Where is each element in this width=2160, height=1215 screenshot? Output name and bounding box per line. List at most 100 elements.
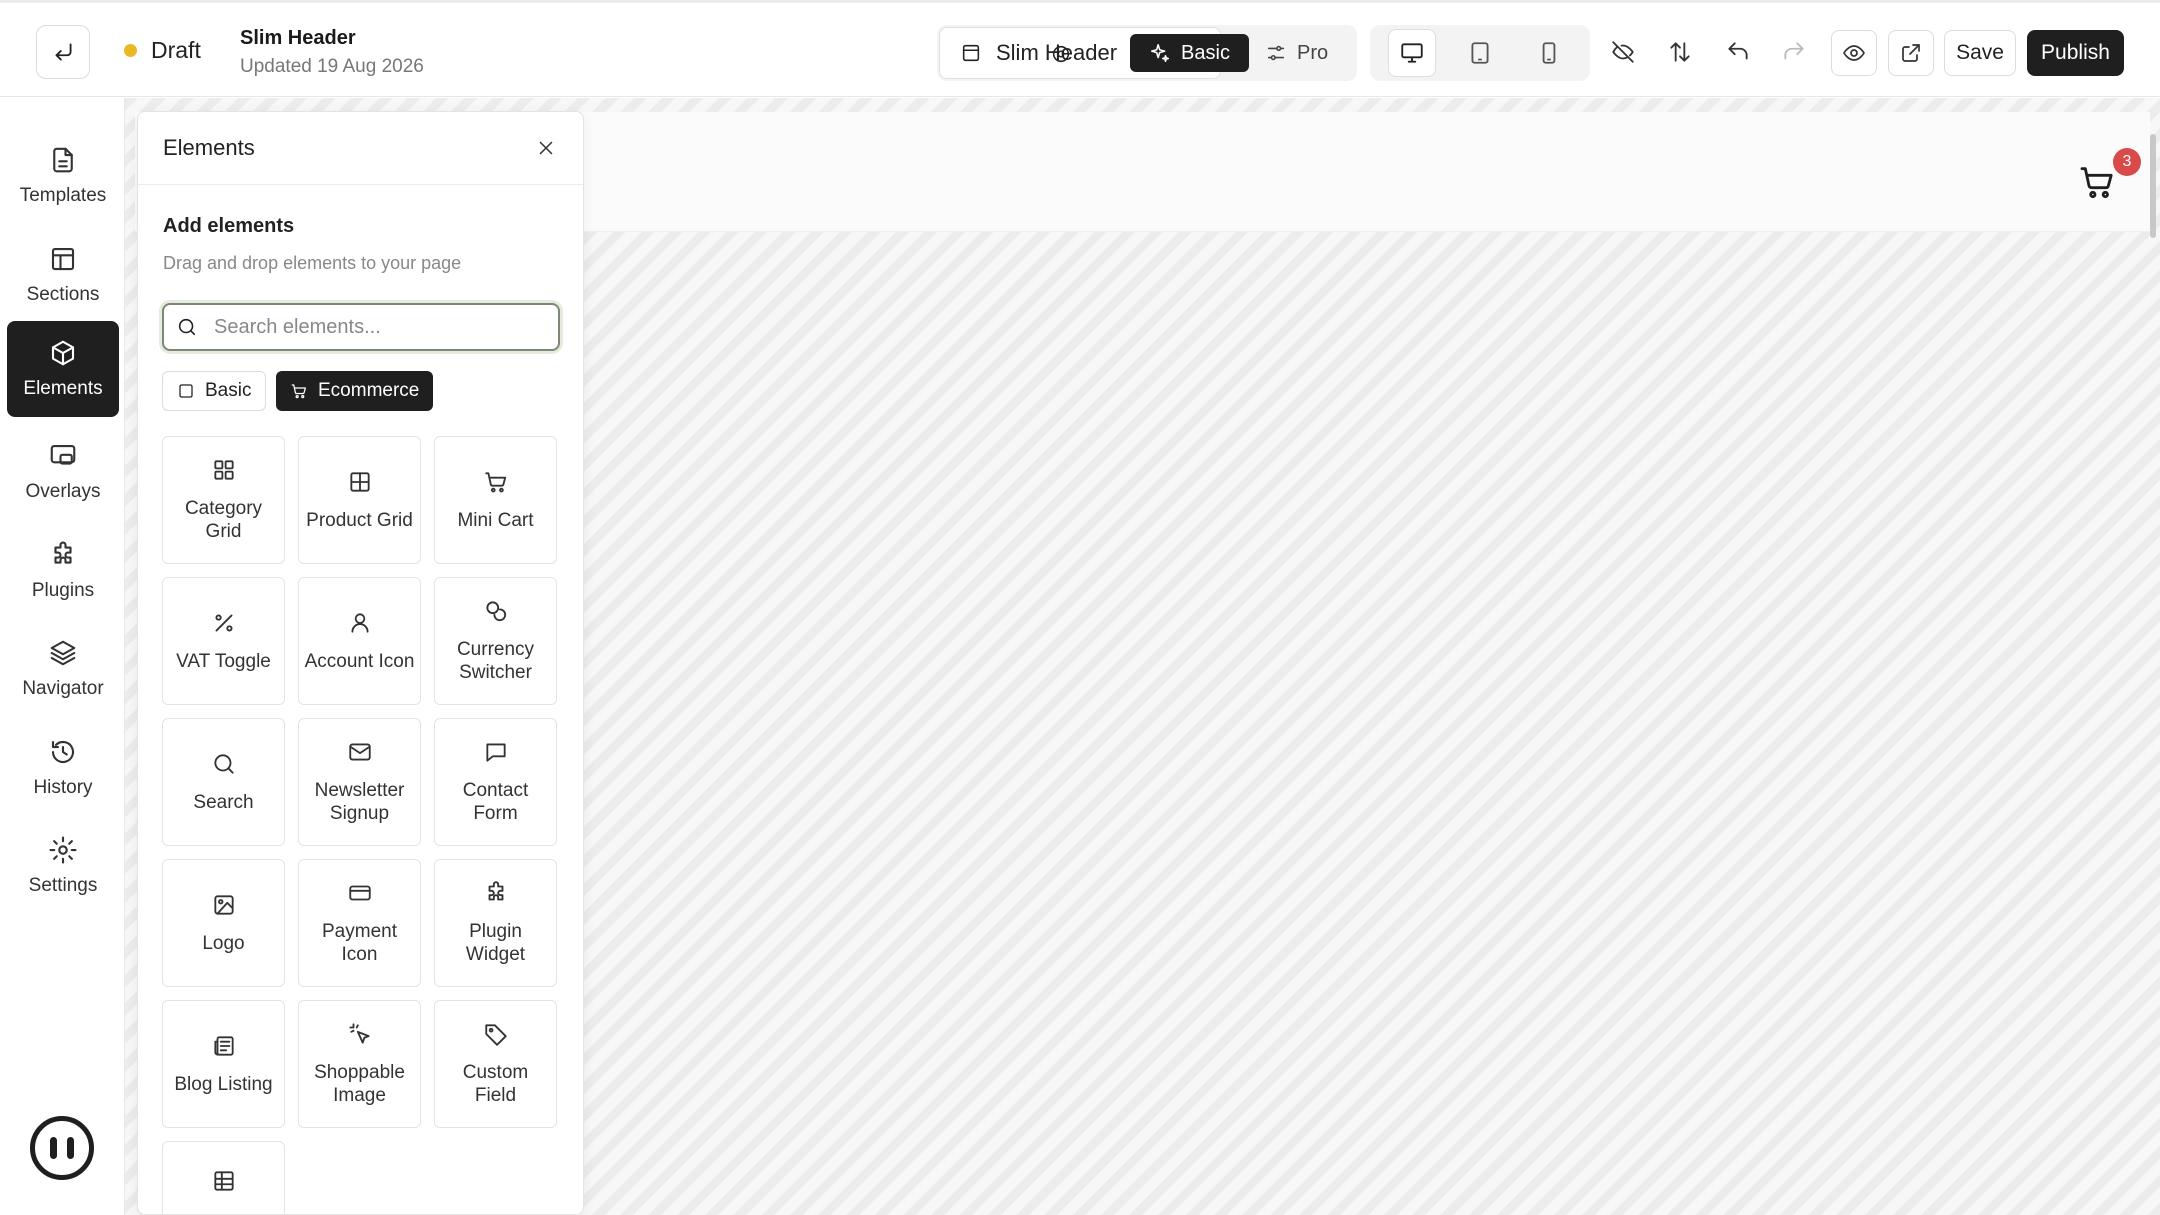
- preview-button[interactable]: [1831, 30, 1877, 76]
- mobile-view-button[interactable]: [1525, 29, 1573, 77]
- rail-item-label: Elements: [23, 378, 103, 399]
- publish-button[interactable]: Publish: [2027, 30, 2124, 76]
- element-shoppable-image[interactable]: Shoppable Image: [298, 1000, 421, 1128]
- element-label: Search: [193, 791, 254, 813]
- filter-basic-label: Basic: [205, 380, 252, 401]
- undo-icon: [1728, 42, 1748, 60]
- tablet-view-button[interactable]: [1456, 29, 1504, 77]
- element-blog-listing[interactable]: Blog Listing: [162, 1000, 285, 1128]
- filter-basic[interactable]: Basic: [162, 371, 267, 411]
- element-label: Account Icon: [304, 650, 415, 672]
- rail-item-history[interactable]: History: [7, 720, 119, 816]
- mode-pro-label: Pro: [1297, 41, 1329, 64]
- rail-item-elements[interactable]: Elements: [7, 321, 119, 417]
- element-label: Logo: [202, 932, 245, 954]
- desktop-view-button[interactable]: [1388, 29, 1436, 77]
- sparkle-icon: [1151, 43, 1170, 63]
- tag-icon: [484, 1024, 507, 1046]
- element-currency-switcher[interactable]: Currency Switcher: [434, 577, 557, 705]
- coins-icon: [485, 601, 506, 622]
- avatar[interactable]: [30, 1116, 94, 1180]
- gear-icon: [49, 836, 77, 864]
- status-indicator: Draft: [124, 37, 201, 64]
- left-rail: Templates Sections Elements Overlays Plu…: [0, 98, 125, 1215]
- rail-item-templates[interactable]: Templates: [7, 128, 119, 224]
- hide-elements-button[interactable]: [1600, 29, 1646, 75]
- rail-item-label: Navigator: [22, 678, 104, 699]
- cube-icon: [51, 340, 75, 366]
- sliders-icon: [1267, 45, 1285, 61]
- element-vat-toggle[interactable]: VAT Toggle: [162, 577, 285, 705]
- rail-item-overlays[interactable]: Overlays: [7, 424, 119, 520]
- rail-item-label: Sections: [26, 284, 100, 305]
- mail-icon: [348, 743, 371, 761]
- redo-icon: [1784, 42, 1804, 60]
- element-logo[interactable]: Logo: [162, 859, 285, 987]
- panel-description: Drag and drop elements to your page: [163, 253, 462, 273]
- rail-item-settings[interactable]: Settings: [7, 818, 119, 914]
- search-input[interactable]: [214, 315, 534, 339]
- mode-basic-button[interactable]: Basic: [1130, 34, 1249, 72]
- panel-title: Elements: [163, 135, 255, 160]
- filter-ecommerce[interactable]: Ecommerce: [276, 371, 434, 411]
- puzzle-icon: [488, 881, 503, 901]
- mobile-icon: [1542, 42, 1556, 64]
- element-payment-icon[interactable]: Payment Icon: [298, 859, 421, 987]
- section-mode-group: Slim Header Basic Pro: [937, 25, 1357, 81]
- element-category-grid[interactable]: Category Grid: [162, 436, 285, 564]
- newspaper-icon: [213, 1035, 234, 1056]
- element-newsletter-signup[interactable]: Newsletter Signup: [298, 718, 421, 846]
- device-switcher: [1370, 25, 1590, 81]
- element-label: Custom Field: [462, 1062, 529, 1106]
- search-field[interactable]: [162, 303, 560, 351]
- search-icon: [213, 753, 234, 774]
- square-icon: [179, 384, 193, 398]
- cart-icon: [484, 471, 506, 492]
- status-label: Draft: [151, 37, 201, 63]
- table-icon: [213, 1171, 234, 1191]
- element-custom-field[interactable]: Custom Field: [434, 1000, 557, 1128]
- redo-button[interactable]: [1771, 29, 1817, 75]
- element-table[interactable]: [162, 1141, 285, 1214]
- cart-count-badge: 3: [2113, 148, 2141, 176]
- filter-ecommerce-label: Ecommerce: [318, 380, 420, 401]
- document-updated: Updated 19 Aug 2026: [240, 56, 424, 77]
- element-account-icon[interactable]: Account Icon: [298, 577, 421, 705]
- table-grid-icon: [349, 471, 370, 492]
- external-link-icon: [1902, 44, 1920, 62]
- layout-icon: [51, 247, 75, 271]
- history-icon: [51, 740, 75, 764]
- element-label: Currency Switcher: [456, 639, 535, 683]
- save-button[interactable]: Save: [1944, 30, 2016, 76]
- element-plugin-widget[interactable]: Plugin Widget: [434, 859, 557, 987]
- rail-item-sections[interactable]: Sections: [7, 227, 119, 323]
- element-search[interactable]: Search: [162, 718, 285, 846]
- element-label: Contact Form: [462, 780, 529, 824]
- close-icon[interactable]: [535, 137, 557, 159]
- rail-item-label: Settings: [28, 875, 98, 896]
- target-icon: [1052, 45, 1070, 63]
- rail-item-label: Overlays: [25, 481, 101, 502]
- cart-icon[interactable]: [2077, 162, 2117, 202]
- element-label: Payment Icon: [322, 921, 397, 965]
- rail-item-navigator[interactable]: Navigator: [7, 621, 119, 717]
- element-label: Newsletter Signup: [314, 780, 405, 824]
- element-contact-form[interactable]: Contact Form: [434, 718, 557, 846]
- element-label: Category Grid: [184, 498, 263, 542]
- element-product-grid[interactable]: Product Grid: [298, 436, 421, 564]
- element-mini-cart[interactable]: Mini Cart: [434, 436, 557, 564]
- mode-pro-button[interactable]: Pro: [1265, 34, 1345, 72]
- overlay-icon: [50, 444, 76, 465]
- element-label: Shoppable Image: [314, 1062, 405, 1106]
- rail-item-plugins[interactable]: Plugins: [7, 523, 119, 619]
- element-label: Blog Listing: [174, 1073, 273, 1095]
- back-button[interactable]: [36, 25, 90, 79]
- layout-icon: [962, 44, 980, 62]
- share-button[interactable]: [1888, 30, 1934, 76]
- canvas-scrollbar[interactable]: [2150, 134, 2156, 238]
- element-label: Mini Cart: [457, 509, 534, 531]
- reorder-button[interactable]: [1657, 29, 1703, 75]
- tablet-icon: [1471, 42, 1489, 64]
- layers-icon: [50, 640, 76, 666]
- undo-button[interactable]: [1715, 29, 1761, 75]
